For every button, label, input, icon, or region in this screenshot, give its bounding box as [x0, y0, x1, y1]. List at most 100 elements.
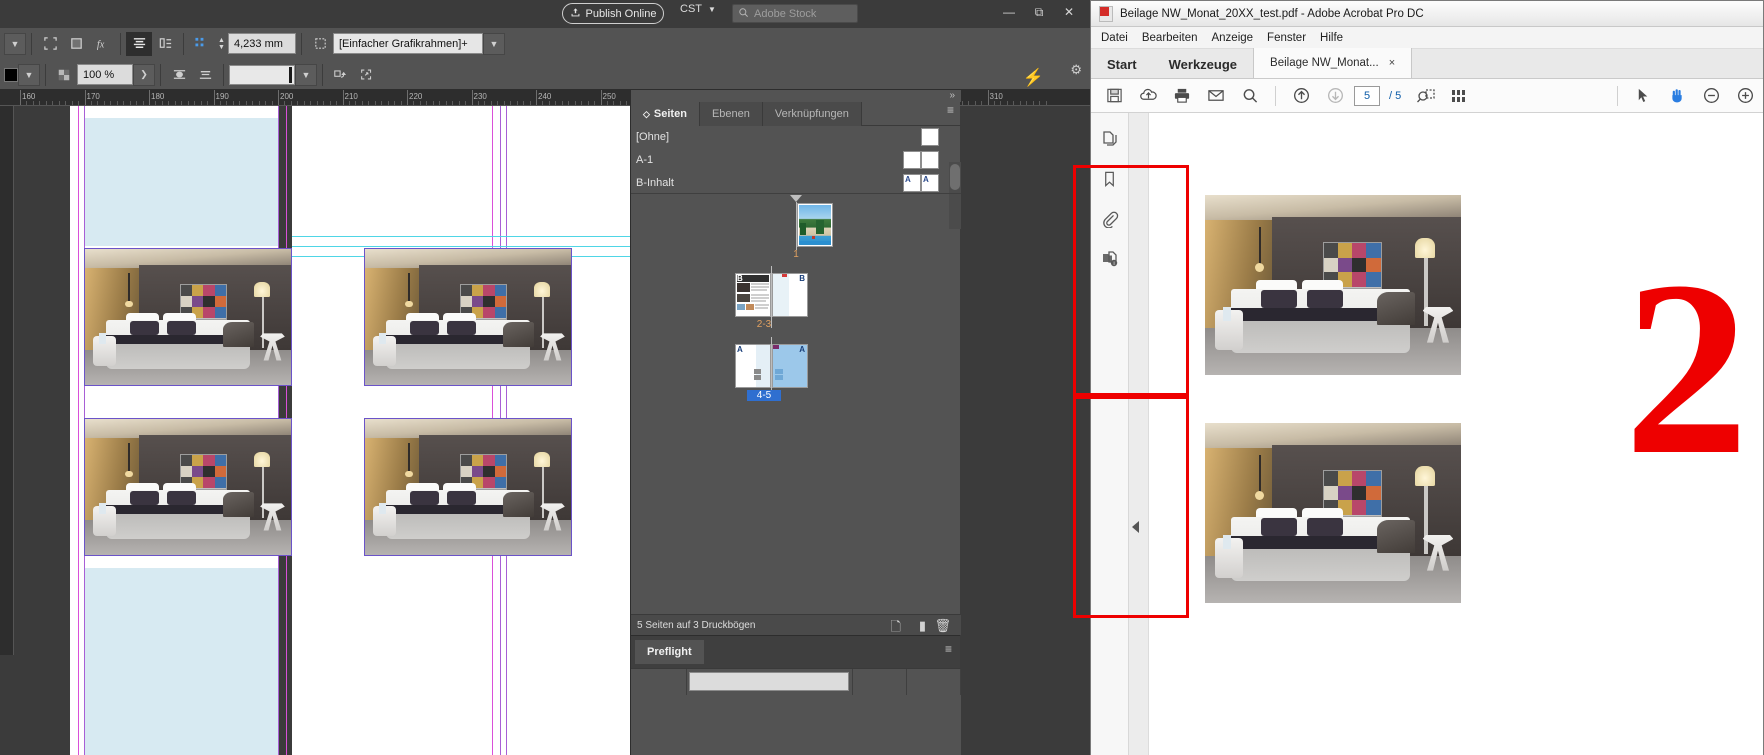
stroke-style-chevron-icon[interactable]: ▼	[295, 63, 317, 86]
search-icon[interactable]	[1235, 83, 1265, 109]
preflight-profile-field[interactable]	[689, 672, 849, 691]
align-vertical-icon[interactable]	[166, 63, 192, 87]
tab-document[interactable]: Beilage NW_Monat... ×	[1253, 48, 1413, 78]
tab-seiten[interactable]: ◇ Seiten	[631, 102, 700, 126]
page-thumb-3[interactable]: B	[772, 273, 808, 317]
previous-page-icon[interactable]	[1286, 83, 1316, 109]
pdf-file-icon	[1099, 5, 1113, 22]
width-stepper[interactable]: ▲ ▼	[215, 33, 228, 54]
corner-options-icon[interactable]	[37, 32, 63, 56]
object-style-chevron-icon[interactable]: ▼	[483, 32, 505, 55]
restore-icon[interactable]: ⧉	[1024, 0, 1054, 24]
ruler-minor-tick	[174, 101, 176, 105]
image-frame-top-left[interactable]: ∞	[84, 248, 292, 386]
fill-color-chevron-icon[interactable]: ▼	[18, 63, 40, 86]
page-thumbnails-icon[interactable]	[1098, 127, 1122, 151]
ruler-minor-tick	[310, 101, 312, 105]
object-style-field[interactable]: [Einfacher Grafikrahmen]+	[333, 33, 483, 54]
cc-libraries-icon[interactable]: ⚡	[1023, 68, 1044, 88]
indesign-window: — ⧉ ✕ Publish Online CST ▼ Adobe Stock ▼	[0, 0, 1090, 755]
zoom-in-icon[interactable]	[1730, 83, 1760, 109]
ruler-tick-label: 240	[538, 92, 552, 101]
menu-hilfe[interactable]: Hilfe	[1320, 32, 1343, 44]
image-frame-bottom-right[interactable]: ∞	[364, 418, 572, 556]
pdf-document-view[interactable]: 2	[1149, 113, 1763, 755]
pages-panel-menu-icon[interactable]: ≡	[947, 104, 954, 116]
close-tab-icon[interactable]: ×	[1389, 57, 1395, 69]
guide-margin-1[interactable]	[78, 106, 79, 755]
menu-bearbeiten[interactable]: Bearbeiten	[1142, 32, 1198, 44]
stroke-style-swatch[interactable]	[229, 64, 295, 85]
align-bottom-icon[interactable]	[192, 63, 218, 87]
menu-anzeige[interactable]: Anzeige	[1211, 32, 1253, 44]
close-icon[interactable]: ✕	[1054, 0, 1084, 24]
hand-tool-icon[interactable]	[1662, 83, 1692, 109]
align-distribute-icon[interactable]	[152, 32, 178, 56]
select-content-icon[interactable]	[328, 63, 354, 87]
image-frame-bottom-left[interactable]: ∞	[84, 418, 292, 556]
minimize-icon[interactable]: —	[994, 0, 1024, 24]
preflight-menu-icon[interactable]: ≡	[945, 643, 952, 655]
object-style-icon[interactable]	[307, 32, 333, 56]
new-page-icon[interactable]: ▮	[919, 618, 926, 634]
width-field[interactable]: 4,233 mm	[228, 33, 296, 54]
document-canvas[interactable]: ∞ ∞	[14, 106, 630, 755]
menu-fenster[interactable]: Fenster	[1267, 32, 1306, 44]
master-thumb-a1	[903, 151, 939, 169]
zoom-select-icon[interactable]	[1411, 83, 1441, 109]
page-fit-icon[interactable]	[1445, 83, 1475, 109]
collapse-panel-icon[interactable]: »	[949, 90, 955, 101]
panel-drag-rail[interactable]: »	[631, 90, 961, 102]
page-number-input[interactable]: 5	[1354, 85, 1380, 106]
vertical-ruler[interactable]	[0, 106, 14, 655]
ruler-minor-tick	[606, 101, 608, 105]
guide-horizontal-1[interactable]	[292, 236, 630, 237]
master-row-binhalt[interactable]: B-Inhalt A A	[631, 172, 961, 194]
master-row-a1[interactable]: A-1	[631, 149, 961, 171]
tab-werkzeuge[interactable]: Werkzeuge	[1153, 50, 1253, 78]
zoom-out-icon[interactable]	[1696, 83, 1726, 109]
tab-verknuepfungen-label: Verknüpfungen	[774, 108, 849, 120]
scrollbar-thumb[interactable]	[950, 164, 960, 190]
effects-fx-icon[interactable]: fx	[89, 32, 115, 56]
image-frame-top-right[interactable]: ∞	[364, 248, 572, 386]
page-thumb-4[interactable]: A	[735, 344, 771, 388]
scale-field[interactable]: 100 %	[77, 64, 133, 85]
select-tool-icon[interactable]	[1628, 83, 1658, 109]
print-icon[interactable]	[1167, 83, 1197, 109]
ruler-minor-tick	[1032, 101, 1034, 105]
transparency-icon[interactable]	[51, 63, 77, 87]
spread-4-5[interactable]: A A 4-5	[693, 337, 835, 405]
publish-online-button[interactable]: Publish Online	[562, 3, 664, 24]
frame-fitting-icon[interactable]	[63, 32, 89, 56]
delete-page-icon[interactable]: 🗑	[934, 618, 951, 634]
spread-2-3[interactable]: B B 2-3	[693, 266, 835, 334]
align-center-icon[interactable]	[126, 31, 152, 56]
scale-chevron-icon[interactable]: ❯	[133, 63, 155, 86]
save-icon[interactable]	[1099, 83, 1129, 109]
gear-icon[interactable]: ⚙	[1070, 62, 1082, 78]
email-icon[interactable]	[1201, 83, 1231, 109]
menu-datei[interactable]: Datei	[1101, 32, 1128, 44]
fill-color-swatch[interactable]	[4, 67, 18, 82]
spread-1[interactable]: 1	[757, 195, 835, 260]
master-row-ohne[interactable]: [Ohne]	[631, 126, 961, 148]
workspace-switcher[interactable]: CST ▼	[680, 3, 716, 15]
page-thumb-5[interactable]: A	[772, 344, 808, 388]
tab-preflight[interactable]: Preflight	[635, 640, 704, 664]
fit-frame-icon[interactable]	[354, 63, 380, 87]
adobe-stock-search[interactable]: Adobe Stock	[732, 4, 858, 23]
tab-start[interactable]: Start	[1091, 50, 1153, 78]
ruler-minor-tick	[1006, 101, 1008, 105]
next-page-icon[interactable]	[1320, 83, 1350, 109]
page-thumb-1[interactable]	[797, 203, 833, 247]
ruler-minor-tick	[200, 101, 202, 105]
guide-horizontal-2[interactable]	[292, 246, 630, 247]
reference-point-dropdown[interactable]: ▼	[4, 32, 26, 55]
tab-ebenen[interactable]: Ebenen	[699, 102, 763, 126]
page-thumb-2[interactable]: B	[735, 273, 771, 317]
tab-verknuepfungen[interactable]: Verknüpfungen	[762, 102, 862, 126]
master-mark-right: A	[923, 175, 929, 184]
cloud-upload-icon[interactable]	[1133, 83, 1163, 109]
text-wrap-icon[interactable]	[189, 32, 215, 56]
